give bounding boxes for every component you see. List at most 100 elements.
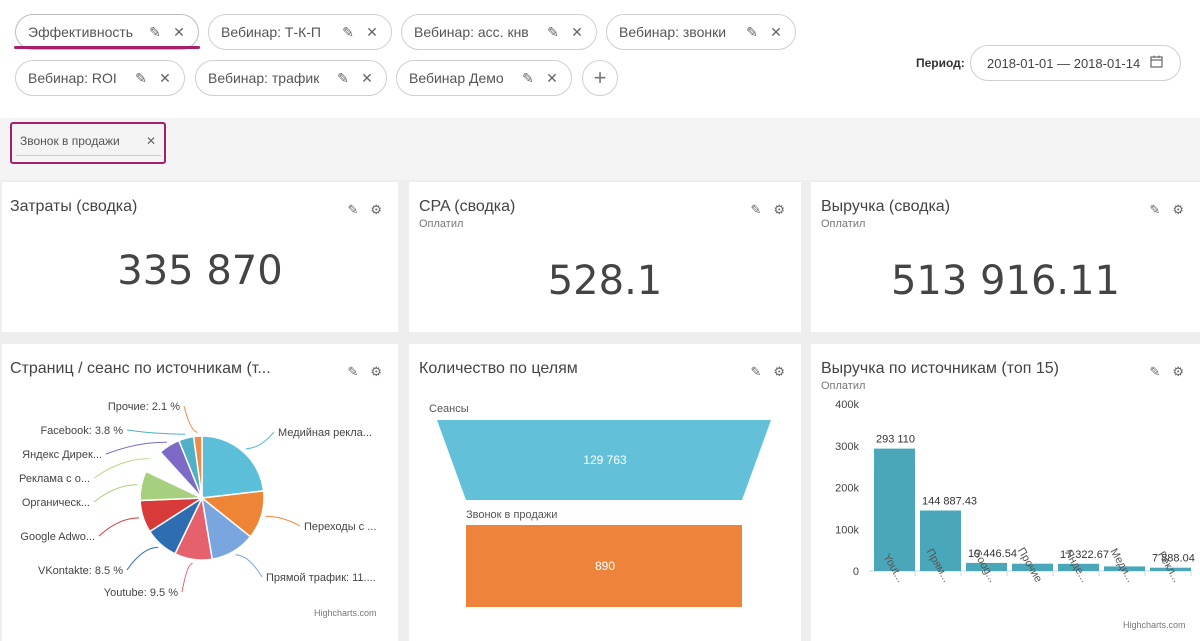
panel-title: CPA (сводка)	[419, 198, 516, 215]
gear-icon[interactable]: ⚙	[773, 364, 785, 380]
pie-connector	[265, 515, 301, 527]
pie-slice	[201, 435, 265, 499]
pie-connector	[245, 431, 275, 450]
close-icon[interactable]: ✕	[170, 23, 188, 41]
tab-label: Вебинар: звонки	[619, 24, 727, 40]
funnel-value-label: 890	[595, 559, 615, 573]
funnel-category-label: Сеансы	[429, 403, 469, 415]
active-tab-underline	[14, 46, 200, 49]
edit-icon[interactable]: ✎	[750, 202, 761, 218]
highcharts-credit[interactable]: Highcharts.com	[1123, 620, 1186, 630]
bar	[874, 448, 915, 571]
period-picker[interactable]: 2018-01-01 — 2018-01-14	[970, 45, 1181, 81]
edit-icon[interactable]: ✎	[519, 69, 537, 87]
pie-connector	[235, 554, 263, 578]
revenue-panel: Выручка (сводка) Оплатил ✎ ⚙ 513 916.11	[811, 182, 1200, 332]
pie-connector	[93, 484, 138, 503]
filter-bar	[0, 118, 1200, 180]
pie-label: Органическ...	[22, 497, 90, 509]
pie-label: Facebook: 3.8 %	[40, 425, 123, 437]
panel-title: Страниц / сеанс по источникам (т...	[10, 360, 271, 377]
pie-label: Медийная рекла...	[278, 427, 372, 439]
edit-icon[interactable]: ✎	[1149, 364, 1160, 380]
calendar-icon[interactable]	[1150, 55, 1163, 71]
tab-effectiveness[interactable]: Эффективность ✎ ✕	[15, 14, 199, 50]
close-icon[interactable]: ✕	[363, 23, 381, 41]
cpa-panel: CPA (сводка) Оплатил ✎ ⚙ 528.1	[409, 182, 801, 332]
edit-icon[interactable]: ✎	[544, 23, 562, 41]
funnel-value-label: 129 763	[583, 453, 627, 467]
pie-label: Реклама с о...	[19, 473, 90, 485]
y-tick-label: 300k	[835, 441, 859, 453]
close-icon[interactable]: ✕	[543, 69, 561, 87]
edit-icon[interactable]: ✎	[339, 23, 357, 41]
tab-label: Эффективность	[28, 24, 134, 40]
pie-label: VKontakte: 8.5 %	[38, 565, 123, 577]
funnel-chart: Сеансы 129 763 Звонок в продажи 890	[429, 403, 771, 607]
y-tick-label: 200k	[835, 483, 859, 495]
filter-tag[interactable]: Звонок в продажи ✕	[20, 134, 160, 148]
edit-icon[interactable]: ✎	[347, 202, 358, 218]
close-icon[interactable]: ✕	[767, 23, 785, 41]
y-tick-label: 100k	[835, 524, 859, 536]
revsrc-panel: Выручка по источникам (топ 15) Оплатил ✎…	[811, 344, 1200, 641]
gear-icon[interactable]: ⚙	[370, 202, 382, 218]
panel-title: Выручка (сводка)	[821, 198, 951, 215]
funnel-category-label: Звонок в продажи	[466, 509, 557, 521]
add-tab-button[interactable]: +	[582, 60, 618, 96]
tab-label: Вебинар: ROI	[28, 70, 117, 86]
y-tick-label: 0	[853, 566, 859, 578]
gear-icon[interactable]: ⚙	[370, 364, 382, 380]
close-icon[interactable]: ✕	[156, 69, 174, 87]
pie-label: Youtube: 9.5 %	[104, 587, 178, 599]
pages-panel: Страниц / сеанс по источникам (т... ✎ ⚙ …	[2, 344, 398, 641]
x-tick-label: Меди...	[1107, 547, 1136, 585]
tab-webinar-ass-knv[interactable]: Вебинар: асс. кнв ✎ ✕	[401, 14, 597, 50]
tab-label: Вебинар Демо	[409, 70, 504, 86]
gear-icon[interactable]: ⚙	[773, 202, 785, 218]
highcharts-credit[interactable]: Highcharts.com	[314, 608, 377, 618]
period-label: Период:	[916, 56, 965, 70]
pie-chart: Медийная рекла... Переходы с ... Прямой тр…	[19, 401, 376, 599]
costs-value: 335 870	[117, 248, 283, 294]
pie-label: Переходы с ...	[304, 521, 376, 533]
pie-label: Прямой трафик: 11....	[266, 572, 376, 584]
revenue-value: 513 916.11	[890, 258, 1121, 304]
pie-label: Яндекс Дирек...	[22, 449, 102, 461]
bar-chart: 0100k200k300k400k293 110Yout...144 887.4…	[835, 399, 1195, 585]
panel-title: Выручка по источникам (топ 15)	[821, 360, 1059, 377]
pie-connector	[93, 458, 150, 479]
period-value: 2018-01-01 — 2018-01-14	[987, 55, 1141, 71]
data-label: 144 887.43	[922, 496, 977, 508]
data-label: 293 110	[876, 434, 915, 446]
edit-icon[interactable]: ✎	[743, 23, 761, 41]
tab-webinar-demo[interactable]: Вебинар Демо ✎ ✕	[396, 60, 572, 96]
pie-label: Прочие: 2.1 %	[108, 401, 180, 413]
tab-webinar-tkp[interactable]: Вебинар: Т-К-П ✎ ✕	[208, 14, 392, 50]
tab-webinar-traffic[interactable]: Вебинар: трафик ✎ ✕	[195, 60, 387, 96]
tab-label: Вебинар: асс. кнв	[414, 24, 529, 40]
edit-icon[interactable]: ✎	[334, 69, 352, 87]
pie-connector	[126, 429, 186, 435]
close-icon[interactable]: ✕	[146, 134, 156, 148]
panel-subtitle: Оплатил	[821, 218, 866, 230]
pie-connector	[105, 441, 168, 455]
gear-icon[interactable]: ⚙	[1172, 364, 1184, 380]
close-icon[interactable]: ✕	[358, 69, 376, 87]
gear-icon[interactable]: ⚙	[1172, 202, 1184, 218]
close-icon[interactable]: ✕	[568, 23, 586, 41]
pie-label: Google Adwo...	[20, 531, 95, 543]
edit-icon[interactable]: ✎	[1149, 202, 1160, 218]
pie-connector	[126, 546, 159, 571]
edit-icon[interactable]: ✎	[347, 364, 358, 380]
edit-icon[interactable]: ✎	[146, 23, 164, 41]
costs-panel: Затраты (сводка) ✎ ⚙ 335 870	[2, 182, 398, 332]
panel-title: Количество по целям	[419, 360, 578, 377]
panel-subtitle: Оплатил	[419, 218, 464, 230]
tab-webinar-calls[interactable]: Вебинар: звонки ✎ ✕	[606, 14, 796, 50]
filter-label: Звонок в продажи	[20, 134, 120, 148]
tab-label: Вебинар: Т-К-П	[221, 24, 321, 40]
edit-icon[interactable]: ✎	[132, 69, 150, 87]
edit-icon[interactable]: ✎	[750, 364, 761, 380]
tab-webinar-roi[interactable]: Вебинар: ROI ✎ ✕	[15, 60, 185, 96]
